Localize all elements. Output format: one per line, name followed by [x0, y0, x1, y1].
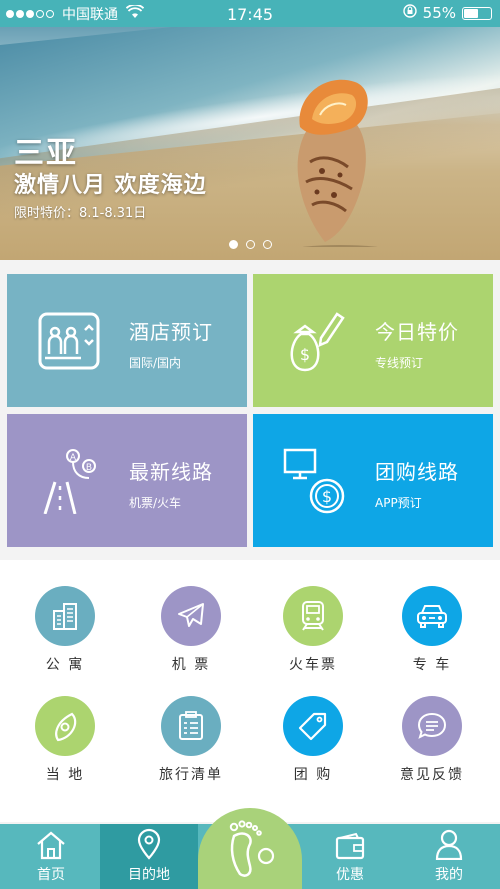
battery-icon: [462, 6, 492, 20]
hotel-icon: [38, 312, 100, 370]
status-bar: 中国联通 17:45 55%: [0, 0, 500, 27]
footprint-icon: [229, 819, 275, 877]
group-buy-icon: $: [283, 448, 345, 514]
car-icon: [402, 586, 462, 646]
tile-title: 今日特价: [375, 320, 459, 344]
grid-item-flights[interactable]: 机 票: [136, 586, 246, 674]
banner-page-indicator[interactable]: [229, 240, 272, 249]
tab-offers[interactable]: 优惠: [305, 824, 395, 889]
tab-label: 优惠: [336, 867, 364, 883]
tile-title: 团购线路: [375, 460, 459, 484]
feedback-icon: [402, 696, 462, 756]
svg-text:B: B: [86, 463, 92, 473]
tile-title: 酒店预订: [129, 320, 213, 344]
map-pin-icon: [100, 824, 198, 860]
grid-item-travel-checklist[interactable]: 旅行清单: [136, 696, 246, 784]
tab-home[interactable]: 首页: [6, 824, 96, 889]
grid-label: 专 车: [412, 657, 452, 673]
building-icon: [35, 586, 95, 646]
grid-label: 机 票: [171, 657, 211, 673]
tab-label: 我的: [435, 867, 463, 883]
tile-hotel-booking[interactable]: 酒店预订 国际/国内: [7, 274, 247, 407]
tile-group-routes[interactable]: $ 团购线路 APP预订: [253, 414, 493, 547]
tile-subtitle: APP预订: [375, 496, 422, 510]
grid-label: 意见反馈: [400, 767, 464, 783]
grid-item-group-buy[interactable]: 团 购: [258, 696, 368, 784]
battery-percent: 55%: [422, 4, 456, 22]
grid-label: 公 寓: [45, 657, 85, 673]
tile-subtitle: 专线预订: [375, 356, 424, 370]
grid-label: 当 地: [45, 767, 85, 783]
tab-label: 目的地: [128, 867, 170, 883]
grid-label: 火车票: [289, 657, 337, 673]
rotation-lock-icon: [402, 4, 417, 22]
banner-subtitle: 激情八月 欢度海边: [14, 173, 207, 198]
tile-title: 最新线路: [129, 460, 213, 484]
page-dot[interactable]: [246, 240, 255, 249]
banner-title: 三亚: [14, 136, 78, 171]
grid-item-local[interactable]: 当 地: [10, 696, 120, 784]
wallet-icon: [305, 824, 395, 860]
service-grid: 公 寓 机 票 火车票 专 车 当 地 旅行清单 团 购 意见反馈: [0, 560, 500, 822]
promo-banner[interactable]: 三亚 激情八月 欢度海边 限时特价：8.1-8.31日: [0, 27, 500, 260]
user-icon: [404, 824, 494, 860]
svg-text:A: A: [70, 453, 77, 463]
grid-item-feedback[interactable]: 意见反馈: [377, 696, 487, 784]
money-bag-icon: $: [290, 312, 345, 372]
airplane-icon: [161, 586, 221, 646]
location-icon: [35, 696, 95, 756]
feature-tiles: 酒店预订 国际/国内 $ 今日特价 专线预订 A B 最新线路 机票/火车 $ …: [7, 274, 493, 548]
tab-mine[interactable]: 我的: [404, 824, 494, 889]
grid-label: 旅行清单: [159, 767, 223, 783]
train-icon: [283, 586, 343, 646]
svg-text:$: $: [322, 487, 332, 506]
grid-item-apartment[interactable]: 公 寓: [10, 586, 120, 674]
tab-label: 首页: [37, 867, 65, 883]
home-icon: [6, 824, 96, 860]
svg-text:$: $: [300, 345, 310, 364]
tile-subtitle: 机票/火车: [129, 496, 182, 510]
grid-label: 团 购: [293, 767, 333, 783]
grid-item-train-tickets[interactable]: 火车票: [258, 586, 368, 674]
grid-item-private-car[interactable]: 专 车: [377, 586, 487, 674]
tab-destination[interactable]: 目的地: [100, 824, 198, 889]
tile-latest-routes[interactable]: A B 最新线路 机票/火车: [7, 414, 247, 547]
page-dot[interactable]: [229, 240, 238, 249]
checklist-icon: [161, 696, 221, 756]
route-icon: A B: [43, 449, 96, 514]
app-screen: 中国联通 17:45 55% 三亚 激情八月 欢度海边 限时特价：8.1-8.3…: [0, 0, 500, 889]
tile-today-deals[interactable]: $ 今日特价 专线预订: [253, 274, 493, 407]
conch-shell-image: [297, 79, 378, 247]
page-dot[interactable]: [263, 240, 272, 249]
tile-subtitle: 国际/国内: [129, 356, 182, 370]
banner-promo-text: 限时特价：8.1-8.31日: [14, 206, 147, 221]
tag-icon: [283, 696, 343, 756]
